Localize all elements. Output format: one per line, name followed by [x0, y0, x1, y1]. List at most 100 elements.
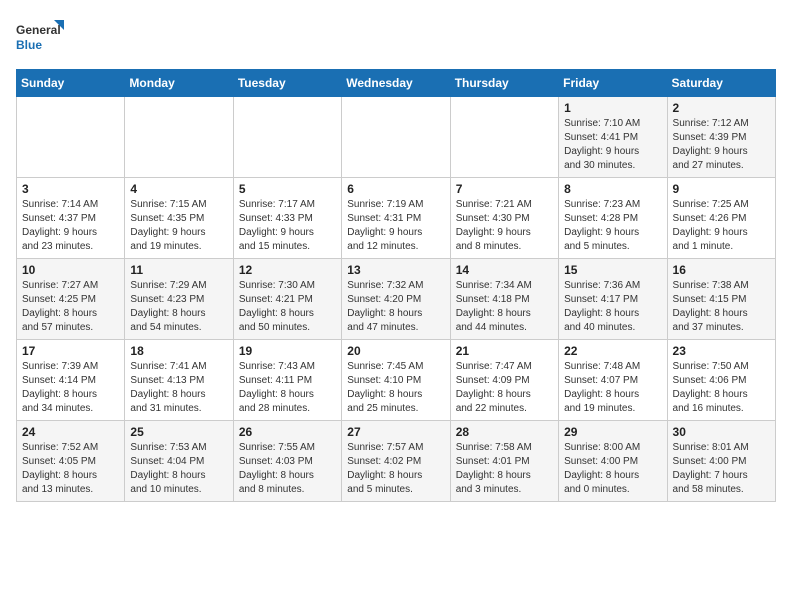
- calendar-table: SundayMondayTuesdayWednesdayThursdayFrid…: [16, 69, 776, 502]
- calendar-cell: 27 Sunrise: 7:57 AM Sunset: 4:02 PM Dayli…: [342, 421, 450, 502]
- day-number: 3: [22, 182, 119, 196]
- day-number: 15: [564, 263, 661, 277]
- day-info: Sunrise: 7:50 AM Sunset: 4:06 PM Dayligh…: [673, 360, 770, 416]
- calendar-cell: 20 Sunrise: 7:45 AM Sunset: 4:10 PM Dayli…: [342, 340, 450, 421]
- calendar-cell: 21 Sunrise: 7:47 AM Sunset: 4:09 PM Dayli…: [450, 340, 558, 421]
- calendar-cell: 3 Sunrise: 7:14 AM Sunset: 4:37 PM Daylig…: [17, 178, 125, 259]
- day-number: 5: [239, 182, 336, 196]
- calendar-week-row: 17Sunrise: 7:39 AM Sunset: 4:14 PM Dayli…: [17, 340, 776, 421]
- calendar-week-row: 10 Sunrise: 7:27 AM Sunset: 4:25 PM Dayli…: [17, 259, 776, 340]
- svg-text:General: General: [16, 23, 61, 37]
- day-info: Sunrise: 7:27 AM Sunset: 4:25 PM Dayligh…: [22, 279, 119, 335]
- day-number: 11: [130, 263, 227, 277]
- calendar-cell: 4 Sunrise: 7:15 AM Sunset: 4:35 PM Daylig…: [125, 178, 233, 259]
- calendar-cell: 22 Sunrise: 7:48 AM Sunset: 4:07 PM Dayli…: [559, 340, 667, 421]
- calendar-cell: [233, 97, 341, 178]
- day-info: Sunrise: 7:14 AM Sunset: 4:37 PM Dayligh…: [22, 198, 119, 254]
- calendar-week-row: 24 Sunrise: 7:52 AM Sunset: 4:05 PM Dayli…: [17, 421, 776, 502]
- day-number: 22: [564, 344, 661, 358]
- day-number: 25: [130, 425, 227, 439]
- day-info: Sunrise: 7:17 AM Sunset: 4:33 PM Dayligh…: [239, 198, 336, 254]
- calendar-cell: 18 Sunrise: 7:41 AM Sunset: 4:13 PM Dayli…: [125, 340, 233, 421]
- day-number: 18: [130, 344, 227, 358]
- calendar-week-row: 1 Sunrise: 7:10 AM Sunset: 4:41 PM Daylig…: [17, 97, 776, 178]
- calendar-cell: 29Sunrise: 8:00 AM Sunset: 4:00 PM Dayli…: [559, 421, 667, 502]
- day-info: Sunrise: 7:41 AM Sunset: 4:13 PM Dayligh…: [130, 360, 227, 416]
- calendar-cell: 13Sunrise: 7:32 AM Sunset: 4:20 PM Dayli…: [342, 259, 450, 340]
- calendar-cell: 2 Sunrise: 7:12 AM Sunset: 4:39 PM Daylig…: [667, 97, 775, 178]
- calendar-week-row: 3 Sunrise: 7:14 AM Sunset: 4:37 PM Daylig…: [17, 178, 776, 259]
- calendar-cell: 17Sunrise: 7:39 AM Sunset: 4:14 PM Dayli…: [17, 340, 125, 421]
- day-number: 6: [347, 182, 444, 196]
- day-number: 7: [456, 182, 553, 196]
- calendar-cell: [125, 97, 233, 178]
- day-number: 4: [130, 182, 227, 196]
- calendar-cell: 5 Sunrise: 7:17 AM Sunset: 4:33 PM Daylig…: [233, 178, 341, 259]
- weekday-header-row: SundayMondayTuesdayWednesdayThursdayFrid…: [17, 70, 776, 97]
- calendar-cell: 12 Sunrise: 7:30 AM Sunset: 4:21 PM Dayli…: [233, 259, 341, 340]
- day-info: Sunrise: 7:19 AM Sunset: 4:31 PM Dayligh…: [347, 198, 444, 254]
- day-info: Sunrise: 7:29 AM Sunset: 4:23 PM Dayligh…: [130, 279, 227, 335]
- day-info: Sunrise: 7:38 AM Sunset: 4:15 PM Dayligh…: [673, 279, 770, 335]
- day-number: 19: [239, 344, 336, 358]
- calendar-cell: 19 Sunrise: 7:43 AM Sunset: 4:11 PM Dayli…: [233, 340, 341, 421]
- day-info: Sunrise: 7:52 AM Sunset: 4:05 PM Dayligh…: [22, 441, 119, 497]
- day-info: Sunrise: 7:47 AM Sunset: 4:09 PM Dayligh…: [456, 360, 553, 416]
- day-number: 2: [673, 101, 770, 115]
- calendar-cell: 28Sunrise: 7:58 AM Sunset: 4:01 PM Dayli…: [450, 421, 558, 502]
- day-number: 26: [239, 425, 336, 439]
- day-info: Sunrise: 7:39 AM Sunset: 4:14 PM Dayligh…: [22, 360, 119, 416]
- calendar-cell: 6 Sunrise: 7:19 AM Sunset: 4:31 PM Daylig…: [342, 178, 450, 259]
- calendar-cell: [17, 97, 125, 178]
- day-info: Sunrise: 7:12 AM Sunset: 4:39 PM Dayligh…: [673, 117, 770, 173]
- day-info: Sunrise: 7:48 AM Sunset: 4:07 PM Dayligh…: [564, 360, 661, 416]
- day-info: Sunrise: 8:01 AM Sunset: 4:00 PM Dayligh…: [673, 441, 770, 497]
- day-number: 12: [239, 263, 336, 277]
- day-number: 9: [673, 182, 770, 196]
- calendar-cell: 26 Sunrise: 7:55 AM Sunset: 4:03 PM Dayli…: [233, 421, 341, 502]
- logo: General Blue: [16, 16, 66, 61]
- day-info: Sunrise: 7:30 AM Sunset: 4:21 PM Dayligh…: [239, 279, 336, 335]
- day-number: 1: [564, 101, 661, 115]
- calendar-cell: 25Sunrise: 7:53 AM Sunset: 4:04 PM Dayli…: [125, 421, 233, 502]
- svg-text:Blue: Blue: [16, 38, 42, 52]
- day-number: 30: [673, 425, 770, 439]
- day-info: Sunrise: 7:43 AM Sunset: 4:11 PM Dayligh…: [239, 360, 336, 416]
- calendar-cell: 15 Sunrise: 7:36 AM Sunset: 4:17 PM Dayli…: [559, 259, 667, 340]
- calendar-cell: 7Sunrise: 7:21 AM Sunset: 4:30 PM Daylig…: [450, 178, 558, 259]
- calendar-cell: [342, 97, 450, 178]
- day-number: 8: [564, 182, 661, 196]
- page-header: General Blue: [16, 16, 776, 61]
- day-info: Sunrise: 7:15 AM Sunset: 4:35 PM Dayligh…: [130, 198, 227, 254]
- day-info: Sunrise: 7:55 AM Sunset: 4:03 PM Dayligh…: [239, 441, 336, 497]
- day-number: 16: [673, 263, 770, 277]
- day-info: Sunrise: 7:10 AM Sunset: 4:41 PM Dayligh…: [564, 117, 661, 173]
- calendar-cell: 10 Sunrise: 7:27 AM Sunset: 4:25 PM Dayli…: [17, 259, 125, 340]
- calendar-cell: 1 Sunrise: 7:10 AM Sunset: 4:41 PM Daylig…: [559, 97, 667, 178]
- calendar-cell: 14Sunrise: 7:34 AM Sunset: 4:18 PM Dayli…: [450, 259, 558, 340]
- calendar-cell: 11 Sunrise: 7:29 AM Sunset: 4:23 PM Dayli…: [125, 259, 233, 340]
- day-info: Sunrise: 7:57 AM Sunset: 4:02 PM Dayligh…: [347, 441, 444, 497]
- calendar-cell: [450, 97, 558, 178]
- logo-svg: General Blue: [16, 16, 66, 61]
- day-number: 14: [456, 263, 553, 277]
- day-number: 27: [347, 425, 444, 439]
- day-info: Sunrise: 7:45 AM Sunset: 4:10 PM Dayligh…: [347, 360, 444, 416]
- calendar-cell: 30 Sunrise: 8:01 AM Sunset: 4:00 PM Dayli…: [667, 421, 775, 502]
- day-number: 28: [456, 425, 553, 439]
- day-number: 20: [347, 344, 444, 358]
- day-number: 23: [673, 344, 770, 358]
- day-info: Sunrise: 7:32 AM Sunset: 4:20 PM Dayligh…: [347, 279, 444, 335]
- calendar-cell: 24 Sunrise: 7:52 AM Sunset: 4:05 PM Dayli…: [17, 421, 125, 502]
- weekday-header: Thursday: [450, 70, 558, 97]
- day-number: 24: [22, 425, 119, 439]
- weekday-header: Wednesday: [342, 70, 450, 97]
- day-number: 10: [22, 263, 119, 277]
- day-info: Sunrise: 7:36 AM Sunset: 4:17 PM Dayligh…: [564, 279, 661, 335]
- day-number: 21: [456, 344, 553, 358]
- weekday-header: Tuesday: [233, 70, 341, 97]
- calendar-cell: 23 Sunrise: 7:50 AM Sunset: 4:06 PM Dayli…: [667, 340, 775, 421]
- weekday-header: Saturday: [667, 70, 775, 97]
- day-number: 29: [564, 425, 661, 439]
- day-info: Sunrise: 7:23 AM Sunset: 4:28 PM Dayligh…: [564, 198, 661, 254]
